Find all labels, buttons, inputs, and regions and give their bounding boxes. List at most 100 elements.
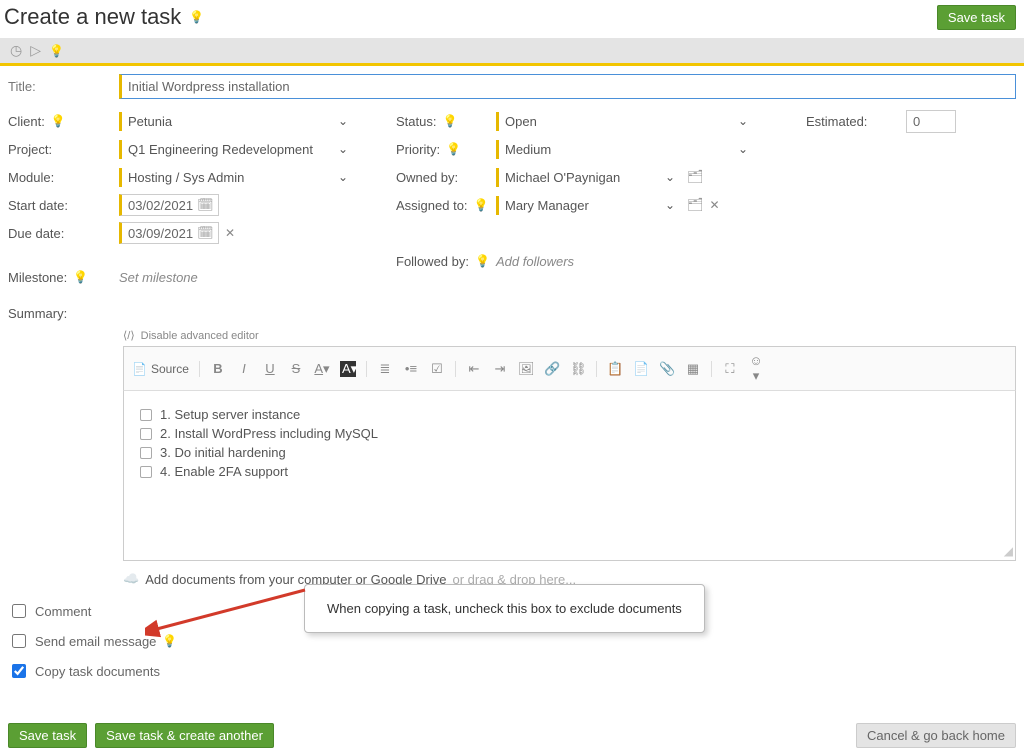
disable-editor-link[interactable]: ⟨/⟩ Disable advanced editor [123, 329, 1016, 342]
add-followers-link[interactable]: Add followers [496, 254, 574, 269]
estimated-label: Estimated: [806, 114, 867, 129]
lightbulb-icon[interactable]: 💡 [189, 10, 204, 24]
indent-icon[interactable]: ⇥ [492, 361, 508, 377]
lightbulb-icon[interactable]: 💡 [162, 634, 177, 648]
project-value: Q1 Engineering Redevelopment [128, 142, 313, 157]
client-select[interactable]: Petunia ⌄ [119, 112, 354, 131]
clear-assigned-icon[interactable]: ✕ [710, 198, 720, 212]
help-callout: When copying a task, uncheck this box to… [304, 584, 705, 633]
clear-due-date-icon[interactable]: ✕ [225, 226, 235, 240]
module-select[interactable]: Hosting / Sys Admin ⌄ [119, 168, 354, 187]
clock-icon[interactable]: ◷ [10, 42, 22, 59]
strikethrough-icon[interactable]: S [288, 361, 304, 376]
calendar-icon[interactable]: 🗓 [197, 225, 214, 241]
numbered-list-icon[interactable]: ≣ [377, 361, 393, 377]
status-select[interactable]: Open ⌄ [496, 112, 754, 131]
checkbox-list-icon[interactable]: ☑ [429, 361, 445, 377]
title-input[interactable] [119, 74, 1016, 99]
contact-card-icon[interactable]: 🗂 [687, 169, 704, 185]
owned-by-value: Michael O'Paynigan [505, 170, 620, 185]
summary-item: 3. Do initial hardening [140, 445, 999, 460]
start-date-label: Start date: [8, 198, 68, 213]
page-title: Create a new task 💡 [4, 4, 204, 30]
chevron-down-icon: ⌄ [338, 170, 348, 184]
lightbulb-icon[interactable]: 💡 [446, 142, 461, 156]
source-button[interactable]: 📄 Source [132, 362, 189, 376]
lightbulb-icon[interactable]: 💡 [73, 270, 88, 284]
checkbox-icon[interactable] [140, 466, 152, 478]
client-value: Petunia [128, 114, 172, 129]
due-date-label: Due date: [8, 226, 64, 241]
module-value: Hosting / Sys Admin [128, 170, 244, 185]
bold-icon[interactable]: B [210, 361, 226, 376]
chevron-down-icon: ⌄ [338, 142, 348, 156]
owned-by-select[interactable]: Michael O'Paynigan ⌄ [496, 168, 681, 187]
send-email-checkbox[interactable] [12, 634, 26, 648]
set-milestone-link[interactable]: Set milestone [119, 270, 198, 285]
image-icon[interactable]: 🖼 [518, 361, 534, 377]
owned-by-label: Owned by: [396, 170, 458, 185]
page-header: Create a new task 💡 Save task [0, 0, 1024, 38]
send-email-label: Send email message [35, 634, 156, 649]
summary-item: 2. Install WordPress including MySQL [140, 426, 999, 441]
copy-docs-label: Copy task documents [35, 664, 160, 679]
lightbulb-icon[interactable]: 💡 [475, 254, 490, 268]
save-create-another-button[interactable]: Save task & create another [95, 723, 274, 748]
lightbulb-icon[interactable]: 💡 [49, 44, 64, 58]
unlink-icon[interactable]: ⛓ [570, 361, 586, 377]
due-date-value: 03/09/2021 [128, 226, 193, 241]
lightbulb-icon[interactable]: 💡 [51, 114, 66, 128]
milestone-label: Milestone: [8, 270, 67, 285]
chevron-down-icon: ⌄ [338, 114, 348, 128]
send-email-checkbox-row[interactable]: Send email message 💡 [8, 631, 1016, 651]
resize-handle-icon[interactable]: ◢ [1004, 544, 1013, 558]
summary-item: 1. Setup server instance [140, 407, 999, 422]
chevron-down-icon: ⌄ [738, 142, 748, 156]
summary-label: Summary: [8, 306, 67, 321]
bullet-list-icon[interactable]: •≡ [403, 361, 419, 376]
project-label: Project: [8, 142, 52, 157]
contact-card-icon[interactable]: 🗂 [687, 197, 704, 213]
start-date-input[interactable]: 03/02/2021 🗓 [119, 194, 219, 216]
due-date-input[interactable]: 03/09/2021 🗓 [119, 222, 219, 244]
assigned-to-value: Mary Manager [505, 198, 589, 213]
italic-icon[interactable]: I [236, 361, 252, 376]
chevron-down-icon: ⌄ [665, 198, 675, 212]
checkbox-icon[interactable] [140, 409, 152, 421]
bg-color-icon[interactable]: A▾ [340, 361, 356, 377]
paste-icon[interactable]: 📋 [607, 361, 623, 377]
checkbox-icon[interactable] [140, 447, 152, 459]
emoji-icon[interactable]: ☺▾ [748, 353, 764, 384]
copy-docs-checkbox-row[interactable]: Copy task documents [8, 661, 1016, 681]
status-label: Status: [396, 114, 436, 129]
chevron-down-icon: ⌄ [665, 170, 675, 184]
fullscreen-icon[interactable]: ⛶ [722, 361, 738, 377]
assigned-to-select[interactable]: Mary Manager ⌄ [496, 196, 681, 215]
cloud-upload-icon: ☁️ [123, 571, 139, 587]
editor-toolbar: 📄 Source B I U S A▾ A▾ ≣ •≡ ☑ ⇤ ⇥ 🖼 🔗 ⛓ … [123, 346, 1016, 391]
text-color-icon[interactable]: A▾ [314, 361, 330, 377]
play-icon[interactable]: ▷ [30, 42, 41, 59]
estimated-input[interactable] [906, 110, 956, 133]
priority-select[interactable]: Medium ⌄ [496, 140, 754, 159]
copy-docs-checkbox[interactable] [12, 664, 26, 678]
table-icon[interactable]: ▦ [685, 361, 701, 377]
underline-icon[interactable]: U [262, 361, 278, 376]
project-select[interactable]: Q1 Engineering Redevelopment ⌄ [119, 140, 354, 159]
summary-editor[interactable]: 1. Setup server instance 2. Install Word… [123, 391, 1016, 561]
calendar-icon[interactable]: 🗓 [197, 197, 214, 213]
checkbox-icon[interactable] [140, 428, 152, 440]
save-task-button-top[interactable]: Save task [937, 5, 1016, 30]
attach-icon[interactable]: 📎 [659, 361, 675, 377]
assigned-to-label: Assigned to: [396, 198, 468, 213]
cancel-button[interactable]: Cancel & go back home [856, 723, 1016, 748]
link-icon[interactable]: 🔗 [544, 361, 560, 377]
comment-checkbox[interactable] [12, 604, 26, 618]
lightbulb-icon[interactable]: 💡 [474, 198, 489, 212]
comment-label: Comment [35, 604, 91, 619]
save-task-button[interactable]: Save task [8, 723, 87, 748]
lightbulb-icon[interactable]: 💡 [442, 114, 457, 128]
outdent-icon[interactable]: ⇤ [466, 361, 482, 377]
paste-word-icon[interactable]: 📄 [633, 361, 649, 377]
chevron-down-icon: ⌄ [738, 114, 748, 128]
